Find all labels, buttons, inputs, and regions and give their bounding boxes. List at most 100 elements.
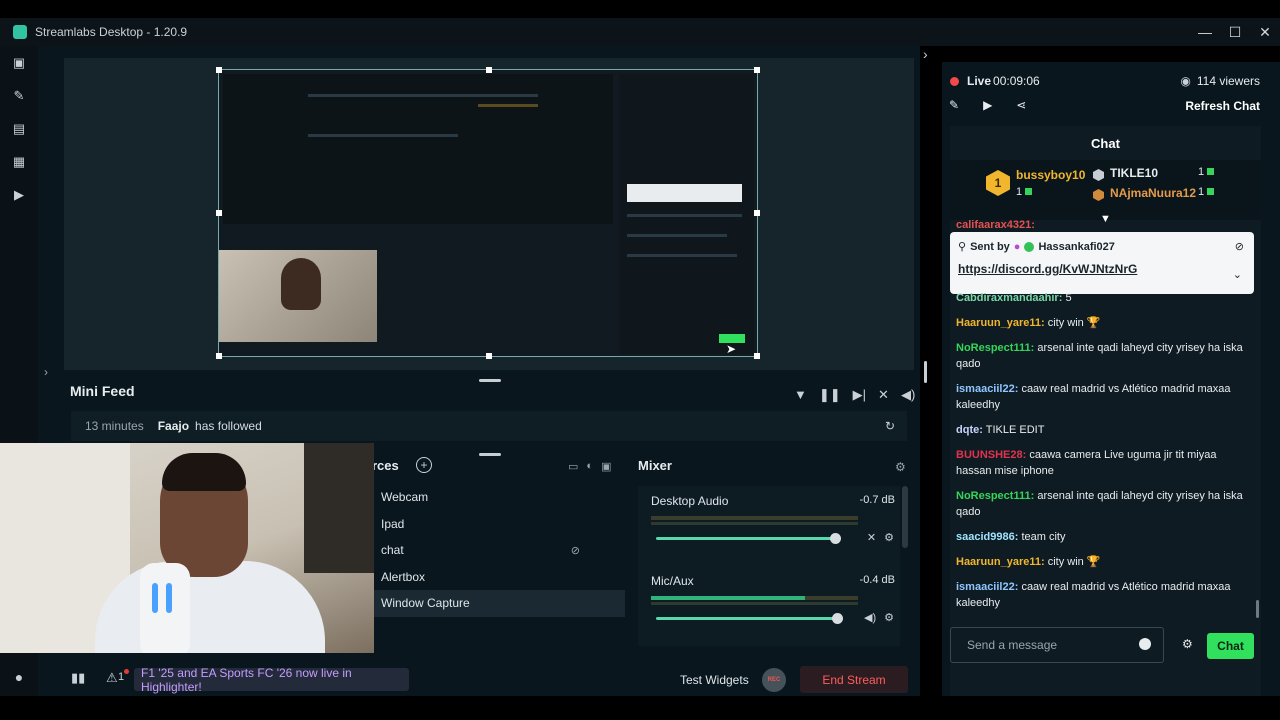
source-item-ipad[interactable]: Ipad xyxy=(372,511,625,538)
source-item-chat[interactable]: chat ⊘ xyxy=(372,537,625,564)
test-widgets-button[interactable]: Test Widgets xyxy=(680,673,749,687)
volume-meter xyxy=(651,596,858,600)
filter-icon[interactable]: ▼ xyxy=(794,387,807,403)
source-item-window-capture[interactable]: Window Capture xyxy=(372,590,625,617)
message-user[interactable]: NoRespect111: xyxy=(956,342,1034,354)
video-icon[interactable]: ▶ xyxy=(983,98,992,112)
volume-icon[interactable]: ◀) xyxy=(901,387,915,403)
edit-stream-icon[interactable]: ✎ xyxy=(949,98,959,112)
silver-badge-icon xyxy=(1093,169,1104,181)
preview-person xyxy=(281,258,321,310)
volume-slider[interactable] xyxy=(656,537,836,540)
account-icon[interactable]: ● xyxy=(0,658,38,696)
chat-messages: Haaruun_yare11: city win 🏆 NoRespect111: … xyxy=(956,315,1251,620)
channel-settings-icon[interactable]: ⚙ xyxy=(884,611,894,624)
volume-slider-knob[interactable] xyxy=(830,533,841,544)
performance-icon[interactable]: ▮▮ xyxy=(71,670,85,686)
splitter-handle[interactable] xyxy=(479,453,501,456)
source-item-webcam[interactable]: Webcam xyxy=(372,484,625,511)
chevron-right-icon[interactable]: › xyxy=(923,46,928,62)
count-value: 1 xyxy=(1016,186,1023,198)
live-dock: Live 00:09:06 ◉ 114 viewers ✎ ▶ ⋖ Refres… xyxy=(942,62,1280,696)
emoji-icon[interactable] xyxy=(1139,638,1151,650)
maximize-icon[interactable]: ☐ xyxy=(1220,18,1250,46)
message-user[interactable]: BUUNSHE28: xyxy=(956,449,1026,461)
source-label: Webcam xyxy=(381,490,429,505)
chat-message: ismaaciil22: caaw real madrid vs Atlétic… xyxy=(956,579,1251,611)
mixer-scrollbar[interactable] xyxy=(902,486,908,548)
mixer-settings-icon[interactable]: ⚙ xyxy=(895,460,906,474)
message-user[interactable]: Haaruun_yare11: xyxy=(956,556,1045,568)
microphone-icon: ● xyxy=(1013,240,1021,253)
resize-handle[interactable] xyxy=(754,353,760,359)
resize-handle[interactable] xyxy=(754,67,760,73)
resize-handle[interactable] xyxy=(486,67,492,73)
add-folder-icon[interactable]: ▣ xyxy=(601,460,611,473)
skip-icon[interactable]: ▶| xyxy=(853,387,866,403)
preview-detail xyxy=(308,94,538,97)
live-label: Live xyxy=(967,74,992,88)
resize-handle[interactable] xyxy=(216,210,222,216)
minimize-icon[interactable]: — xyxy=(1190,18,1220,46)
pinned-link[interactable]: https://discord.gg/KvWJNtzNrG xyxy=(958,262,1137,276)
source-item-alertbox[interactable]: Alertbox xyxy=(372,564,625,591)
message-user[interactable]: NoRespect111: xyxy=(956,490,1034,502)
message-user[interactable]: saacid9986: xyxy=(956,531,1018,543)
resize-handle[interactable] xyxy=(216,353,222,359)
stream-preview[interactable]: ➤ xyxy=(216,67,760,359)
chat-scrollbar[interactable] xyxy=(1256,600,1259,618)
resize-handle[interactable] xyxy=(216,67,222,73)
notification-count: 1 xyxy=(118,671,125,683)
volume-meter xyxy=(651,516,858,520)
message-text: 5 xyxy=(1065,292,1072,304)
title-bar: Streamlabs Desktop - 1.20.9 — ☐ ✕ xyxy=(0,18,1280,46)
expand-leaderboard-icon[interactable]: ▼ xyxy=(1100,213,1111,225)
message-user[interactable]: dqte: xyxy=(956,424,983,436)
highlighter-icon[interactable]: ▦ xyxy=(0,145,38,178)
volume-meter xyxy=(651,602,858,605)
resize-handle[interactable] xyxy=(486,353,492,359)
chevron-right-icon[interactable]: › xyxy=(44,365,48,379)
highlighter-banner[interactable]: F1 '25 and EA Sports FC '26 now live in … xyxy=(134,666,409,694)
editor-icon[interactable]: ▣ xyxy=(0,46,38,79)
message-user[interactable]: ismaaciil22: xyxy=(956,383,1018,395)
source-properties-icon[interactable]: ◐ xyxy=(586,460,593,473)
chat-message-input[interactable]: Send a message xyxy=(950,627,1164,663)
add-source-icon[interactable]: + xyxy=(416,457,432,473)
speaker-icon[interactable]: ◀) xyxy=(864,611,876,624)
message-user[interactable]: ismaaciil22: xyxy=(956,581,1018,593)
pinned-user: Hassankafi027 xyxy=(1038,240,1115,253)
splitter-handle[interactable] xyxy=(479,379,501,382)
volume-slider-knob[interactable] xyxy=(832,613,843,624)
mute-alerts-icon[interactable]: ✕ xyxy=(878,387,889,403)
chat-settings-icon[interactable]: ⚙ xyxy=(1182,637,1193,651)
chevron-down-icon[interactable]: ⌄ xyxy=(1233,268,1242,281)
close-icon[interactable]: ✕ xyxy=(1250,18,1280,46)
muted-speaker-icon[interactable]: ✕ xyxy=(867,531,876,544)
chat-message: dqte: TIKLE EDIT xyxy=(956,422,1251,438)
end-stream-button[interactable]: End Stream xyxy=(800,666,908,693)
refresh-chat-button[interactable]: Refresh Chat xyxy=(1185,99,1260,113)
store-icon[interactable]: ▤ xyxy=(0,112,38,145)
event-action: has followed xyxy=(195,419,262,433)
warning-icon[interactable]: ⚠ xyxy=(106,670,118,686)
splitter-handle[interactable] xyxy=(924,361,927,383)
send-chat-button[interactable]: Chat xyxy=(1207,633,1254,659)
replay-icon[interactable]: ↻ xyxy=(885,419,895,433)
volume-meter-fill xyxy=(651,596,805,600)
pause-icon[interactable]: ❚❚ xyxy=(819,387,841,403)
play-icon[interactable]: ▶ xyxy=(0,178,38,211)
themes-icon[interactable]: ✎ xyxy=(0,79,38,112)
share-icon[interactable]: ⋖ xyxy=(1016,98,1026,112)
channel-settings-icon[interactable]: ⚙ xyxy=(884,531,894,544)
folder-icon[interactable]: ▭ xyxy=(568,460,578,473)
message-user[interactable]: Haaruun_yare11: xyxy=(956,317,1045,329)
volume-slider[interactable] xyxy=(656,617,836,620)
hide-pin-icon[interactable]: ⊘ xyxy=(1235,240,1244,253)
hidden-eye-icon[interactable]: ⊘ xyxy=(571,544,580,557)
resize-handle[interactable] xyxy=(754,210,760,216)
source-label: Window Capture xyxy=(381,596,470,611)
chat-input-placeholder: Send a message xyxy=(967,638,1058,652)
record-button[interactable]: REC xyxy=(762,668,786,692)
volume-meter xyxy=(651,522,858,525)
